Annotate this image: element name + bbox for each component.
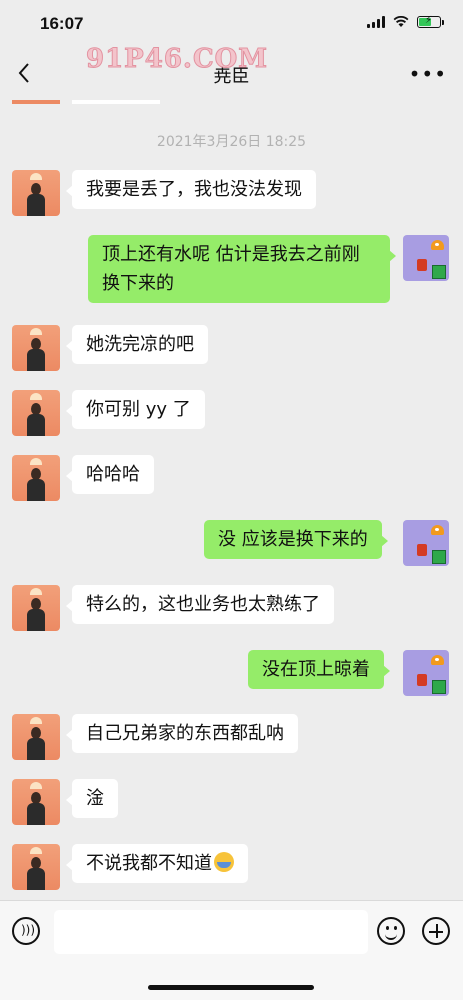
contact-avatar[interactable] (12, 390, 60, 436)
wifi-icon (393, 16, 409, 27)
message-bubble-incoming[interactable]: 不说我都不知道 (66, 844, 248, 883)
message-input[interactable] (54, 910, 368, 954)
battery-icon: ⚡ (417, 15, 444, 28)
contact-avatar[interactable] (12, 170, 60, 216)
plus-icon[interactable] (422, 917, 450, 945)
watermark-logo: 91P46.COM (85, 44, 269, 75)
signal-icon (367, 16, 385, 28)
more-icon[interactable]: ••• (409, 62, 447, 86)
contact-avatar[interactable] (12, 779, 60, 825)
laughing-crying-emoji-icon (214, 852, 234, 872)
message-bubble-incoming[interactable]: 淦 (66, 779, 118, 818)
message-bubble-outgoing[interactable]: 顶上还有水呢 估计是我去之前刚换下来的 (88, 235, 396, 303)
message-bubble-incoming[interactable]: 自己兄弟家的东西都乱呐 (66, 714, 298, 753)
message-partial (72, 100, 160, 104)
chat-timestamp: 2021年3月26日 18:25 (156, 134, 307, 150)
my-avatar[interactable] (403, 235, 449, 281)
status-bar: 16:07 ⚡ (0, 0, 463, 48)
message-bubble-outgoing[interactable]: 没 应该是换下来的 (204, 520, 388, 559)
contact-avatar[interactable] (12, 325, 60, 371)
message-bubble-incoming[interactable]: 我要是丢了，我也没法发现 (66, 170, 316, 209)
contact-avatar[interactable] (12, 455, 60, 501)
contact-avatar[interactable] (12, 714, 60, 760)
message-bubble-incoming[interactable]: 你可别 yy 了 (66, 390, 205, 429)
home-indicator[interactable] (148, 985, 314, 990)
message-bubble-outgoing[interactable]: 没在顶上晾着 (248, 650, 390, 689)
status-icons: ⚡ (367, 15, 444, 28)
my-avatar[interactable] (403, 520, 449, 566)
my-avatar[interactable] (403, 650, 449, 696)
contact-avatar[interactable] (12, 585, 60, 631)
contact-avatar[interactable] (12, 844, 60, 890)
message-bubble-incoming[interactable]: 哈哈哈 (66, 455, 154, 494)
voice-icon[interactable]: ))) (12, 917, 40, 945)
message-bubble-incoming[interactable]: 特么的，这也业务也太熟练了 (66, 585, 334, 624)
message-bubble-incoming[interactable]: 她洗完凉的吧 (66, 325, 208, 364)
message-text: 不说我都不知道 (86, 853, 212, 874)
emoji-icon[interactable] (377, 917, 405, 945)
status-time: 16:07 (40, 14, 84, 33)
avatar-partial (12, 100, 60, 104)
